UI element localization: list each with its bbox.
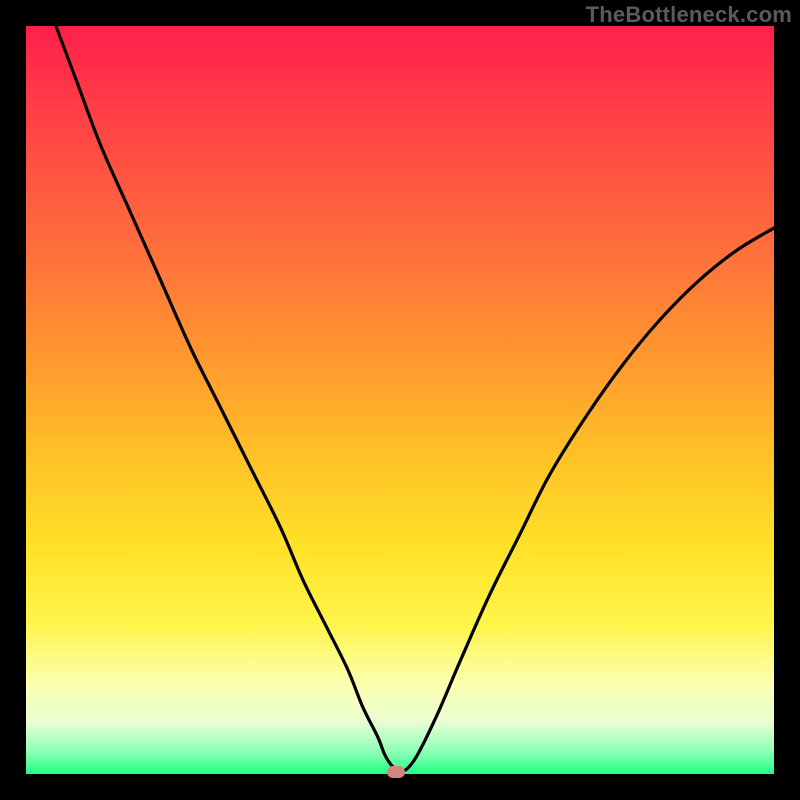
chart-frame: TheBottleneck.com bbox=[0, 0, 800, 800]
min-marker bbox=[387, 766, 405, 778]
watermark-text: TheBottleneck.com bbox=[586, 2, 792, 28]
curve-svg bbox=[26, 26, 774, 774]
plot-area bbox=[26, 26, 774, 774]
curve-path bbox=[56, 26, 774, 773]
